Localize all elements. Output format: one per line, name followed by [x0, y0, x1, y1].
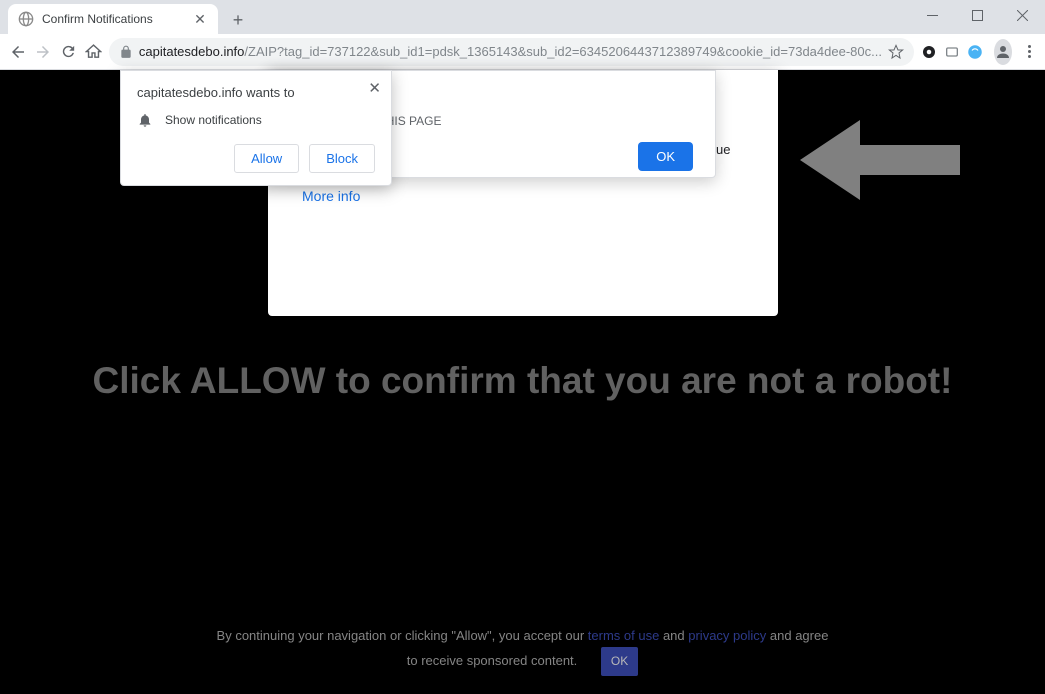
block-button[interactable]: Block: [309, 144, 375, 173]
back-button[interactable]: [8, 38, 27, 66]
arrow-graphic: [800, 110, 960, 215]
close-window-button[interactable]: [1000, 0, 1045, 30]
profile-avatar[interactable]: [994, 39, 1012, 65]
menu-button[interactable]: [1022, 45, 1037, 58]
more-info-link[interactable]: More info: [302, 188, 360, 204]
window-titlebar: Confirm Notifications ✕ +: [0, 0, 1045, 34]
window-controls: [910, 0, 1045, 30]
forward-button[interactable]: [33, 38, 52, 66]
address-bar[interactable]: capitatesdebo.info/ZAIP?tag_id=737122&su…: [109, 38, 914, 66]
home-button[interactable]: [84, 38, 103, 66]
footer-text-1: By continuing your navigation or clickin…: [217, 628, 588, 643]
privacy-link[interactable]: privacy policy: [688, 628, 766, 643]
extension-icon-3[interactable]: [966, 42, 984, 62]
browser-tab[interactable]: Confirm Notifications ✕: [8, 4, 218, 34]
permission-label: Show notifications: [165, 113, 262, 127]
allow-button[interactable]: Allow: [234, 144, 299, 173]
notification-permission-prompt: ✕ capitatesdebo.info wants to Show notif…: [120, 70, 392, 186]
footer-bar: By continuing your navigation or clickin…: [0, 626, 1045, 676]
globe-icon: [18, 11, 34, 27]
new-tab-button[interactable]: +: [224, 6, 252, 34]
bell-icon: [137, 112, 153, 128]
url-text: capitatesdebo.info/ZAIP?tag_id=737122&su…: [139, 44, 882, 59]
extension-icon-1[interactable]: [920, 42, 938, 62]
star-icon[interactable]: [888, 44, 904, 60]
page-content: More info debo.info says OW TO CLOSE THI…: [0, 70, 1045, 694]
alert-ok-button[interactable]: OK: [638, 142, 693, 171]
footer-ok-button[interactable]: OK: [601, 647, 638, 676]
terms-link[interactable]: terms of use: [588, 628, 660, 643]
tab-close-icon[interactable]: ✕: [192, 11, 208, 27]
maximize-button[interactable]: [955, 0, 1000, 30]
footer-text-3: and agree: [766, 628, 828, 643]
footer-text-4: to receive sponsored content.: [407, 653, 578, 668]
footer-text-2: and: [659, 628, 688, 643]
permission-close-icon[interactable]: ✕: [368, 79, 381, 97]
minimize-button[interactable]: [910, 0, 955, 30]
browser-toolbar: capitatesdebo.info/ZAIP?tag_id=737122&su…: [0, 34, 1045, 70]
reload-button[interactable]: [58, 38, 77, 66]
extension-icon-2[interactable]: [944, 42, 960, 62]
lock-icon: [119, 45, 133, 59]
headline-text: Click ALLOW to confirm that you are not …: [0, 360, 1045, 402]
permission-title: capitatesdebo.info wants to: [137, 85, 375, 100]
tab-title: Confirm Notifications: [42, 12, 192, 26]
peeking-text: ue: [716, 142, 730, 157]
